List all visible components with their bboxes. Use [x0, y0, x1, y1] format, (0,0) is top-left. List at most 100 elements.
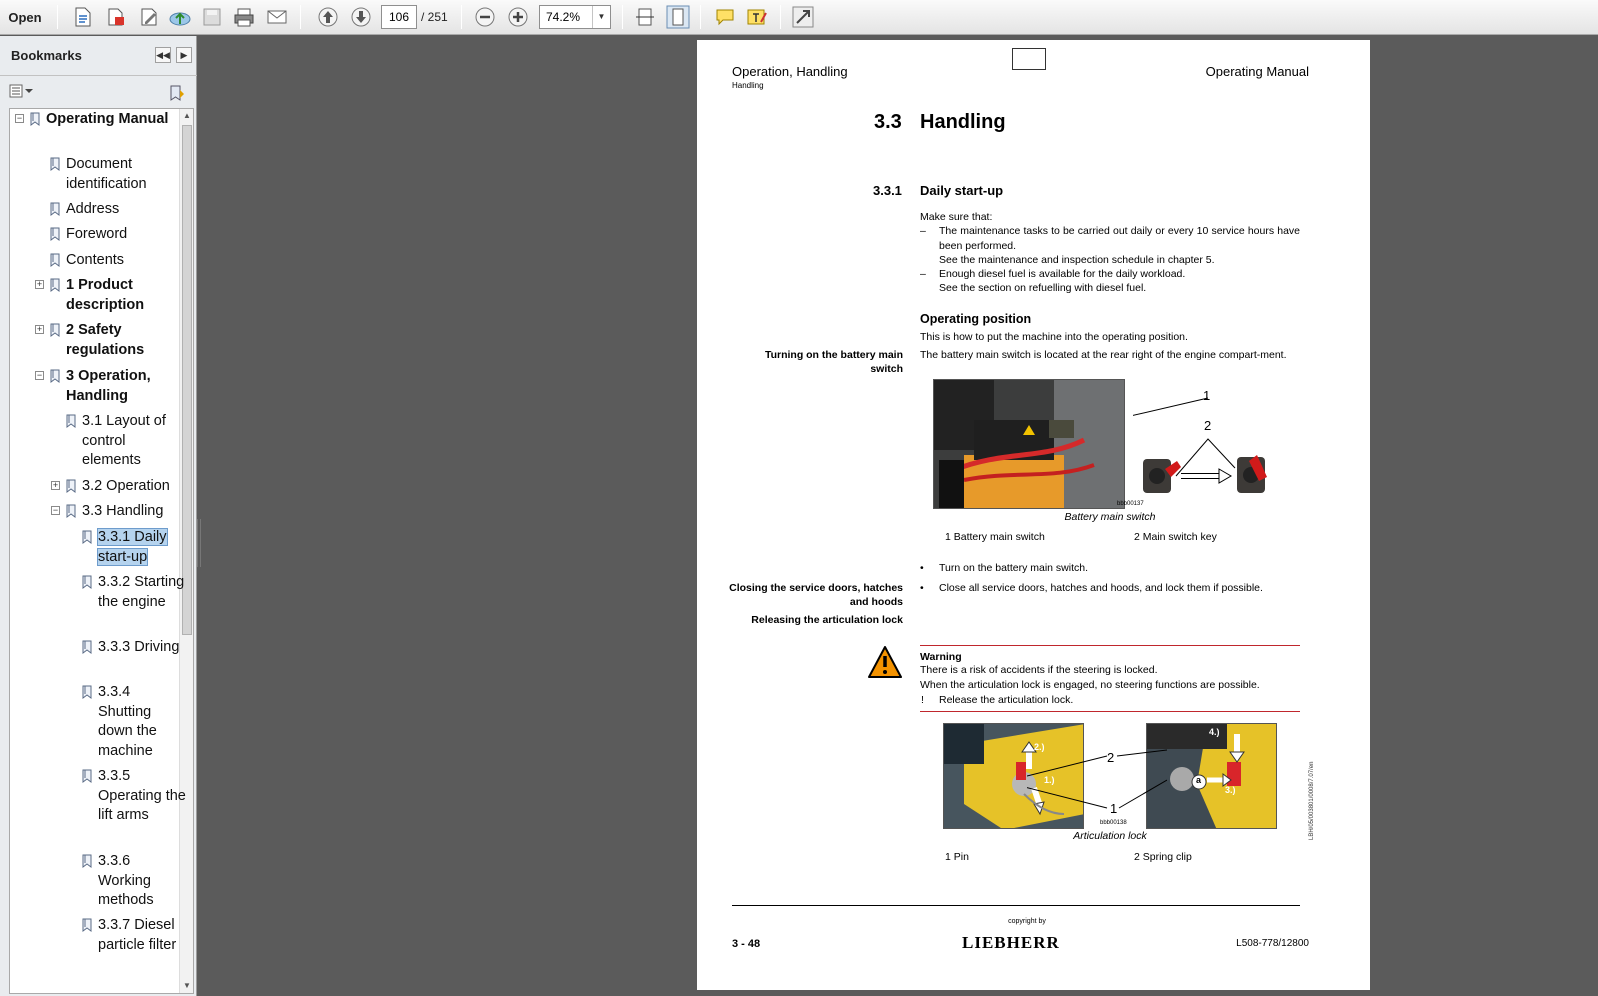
page-total: / 251 — [421, 10, 448, 24]
bullet-marker: • — [920, 562, 924, 574]
bookmark-label: 3 Operation, Handling — [66, 368, 151, 404]
bookmark-label: 3.2 Operation — [82, 478, 170, 494]
bookmark-icon — [82, 530, 93, 544]
side-heading-articulation: Releasing the articulation lock — [751, 614, 903, 626]
side-heading-doors: Closing the service doors, hatches and h… — [729, 582, 903, 608]
collapse-icon[interactable]: − — [15, 114, 24, 123]
intro-text: Make sure that: — [920, 211, 993, 223]
bookmark-item[interactable]: 3.1 Layout of control elements — [82, 412, 186, 471]
subsection-title: Daily start-up — [920, 183, 1004, 198]
fig2-label-2: 2 — [1107, 750, 1115, 765]
bookmark-label: 3.3.3 Driving — [98, 639, 180, 655]
main-switch-diagram — [1082, 379, 1303, 509]
bookmark-item[interactable]: 3.3.2 Starting the engine — [98, 573, 186, 612]
subsection-number: 3.3.1 — [873, 183, 902, 198]
comment-icon[interactable] — [712, 4, 738, 30]
collapse-icon[interactable]: − — [35, 371, 44, 380]
bookmark-item[interactable]: 3.3.1 Daily start-up — [97, 528, 186, 567]
next-page-icon[interactable] — [348, 4, 374, 30]
email-icon[interactable] — [264, 4, 290, 30]
bookmark-icon — [82, 640, 93, 654]
figure1-legend-1: 1 Battery main switch — [945, 531, 1045, 543]
previous-page-icon[interactable] — [315, 4, 341, 30]
combine-files-icon[interactable] — [103, 4, 129, 30]
section-number: 3.3 — [874, 111, 902, 133]
bookmark-icon — [82, 769, 93, 783]
bullet-item-1: Turn on the battery main switch. — [939, 562, 1089, 574]
bookmark-icon — [50, 369, 61, 383]
bookmarks-title: Bookmarks — [11, 48, 82, 63]
dash-marker: – — [920, 268, 926, 280]
dash-item-2-note: See the section on refuelling with diese… — [939, 282, 1147, 294]
open-button[interactable]: Open — [3, 4, 47, 30]
bookmark-label: 3.3.7 Diesel particle filter — [98, 917, 177, 953]
bookmark-icon — [82, 918, 93, 932]
battery-photo — [933, 379, 1125, 509]
zoom-in-icon[interactable] — [505, 4, 531, 30]
print-icon[interactable] — [231, 4, 257, 30]
bookmark-item[interactable]: 3.3 Handling — [82, 502, 186, 522]
edit-document-icon[interactable] — [136, 4, 162, 30]
fit-width-icon[interactable] — [632, 4, 658, 30]
document-id: L508-778/12800 — [1236, 938, 1309, 949]
full-screen-icon[interactable] — [790, 4, 816, 30]
bookmark-item[interactable]: 3.3.4 Shutting down the machine — [98, 683, 186, 761]
fit-page-icon[interactable] — [665, 4, 691, 30]
upload-cloud-icon[interactable] — [167, 4, 193, 30]
section-title: Handling — [920, 111, 1006, 133]
fig2-callout-d: a — [1196, 775, 1202, 785]
figure2-legend-1: 1 Pin — [945, 851, 969, 863]
expand-panel-icon[interactable]: ▶ — [176, 47, 192, 63]
bookmark-item[interactable]: 3.3.7 Diesel particle filter — [98, 916, 186, 955]
panel-resize-handle[interactable] — [197, 519, 201, 567]
page-number-input[interactable]: 106 — [381, 5, 417, 29]
bookmark-label: Address — [66, 201, 120, 217]
collapse-icon[interactable]: − — [51, 506, 60, 515]
collapse-panel-icon[interactable]: ◀◀ — [155, 47, 171, 63]
bookmark-icon — [50, 278, 61, 292]
bookmark-item[interactable]: 3.3.6 Working methods — [98, 852, 186, 911]
bookmark-item[interactable]: 2 Safety regulations — [66, 321, 186, 360]
new-bookmark-icon[interactable] — [168, 84, 186, 105]
figure1-callout-2: 2 — [1204, 418, 1212, 433]
expand-icon[interactable]: + — [35, 325, 44, 334]
bookmark-item[interactable]: 3.3.5 Operating the lift arms — [98, 767, 186, 826]
figure1-legend-2: 2 Main switch key — [1134, 531, 1217, 543]
warning-line-3: Release the articulation lock. — [939, 694, 1074, 706]
scroll-down-icon[interactable]: ▼ — [180, 979, 193, 993]
options-menu-icon[interactable] — [9, 84, 35, 101]
bullet-item-2: Close all service doors, hatches and hoo… — [939, 582, 1263, 594]
bookmark-item[interactable]: 3 Operation, Handling — [66, 367, 186, 406]
warning-line-1: There is a risk of accidents if the stee… — [920, 664, 1158, 676]
bookmark-item[interactable]: Foreword — [66, 225, 186, 245]
fig2-leader-lines — [996, 740, 1168, 835]
expand-icon[interactable]: + — [51, 481, 60, 490]
bookmark-icon — [66, 504, 77, 518]
bookmark-item[interactable]: 1 Product description — [66, 276, 186, 315]
bookmark-label: 2 Safety regulations — [66, 322, 145, 358]
expand-icon[interactable]: + — [35, 280, 44, 289]
chevron-down-icon[interactable]: ▼ — [592, 6, 610, 28]
bookmark-item[interactable]: Contents — [66, 251, 186, 271]
highlight-text-icon[interactable] — [744, 4, 770, 30]
bookmark-icon — [66, 479, 77, 493]
bookmark-label: Contents — [66, 252, 125, 268]
bookmark-item[interactable]: Document identification — [66, 155, 186, 194]
bookmark-label: 3.3.5 Operating the lift arms — [98, 768, 186, 824]
save-icon[interactable] — [199, 4, 225, 30]
bookmark-icon — [82, 575, 93, 589]
zoom-out-icon[interactable] — [472, 4, 498, 30]
fig2-label-1: 1 — [1110, 801, 1118, 816]
bookmarks-toolbar — [0, 76, 197, 108]
bookmark-label: 3.3 Handling — [82, 503, 164, 519]
bookmark-item[interactable]: Operating Manual — [46, 110, 186, 130]
bookmark-item[interactable]: Address — [66, 200, 186, 220]
footer-copyright: copyright by — [1008, 918, 1046, 925]
dash-item-2: Enough diesel fuel is available for the … — [939, 268, 1186, 280]
bookmark-item[interactable]: 3.3.3 Driving — [98, 638, 186, 658]
footer-rule — [732, 905, 1300, 906]
bookmark-label: 3.1 Layout of control elements — [82, 413, 166, 469]
bookmark-item[interactable]: 3.2 Operation — [82, 477, 186, 497]
zoom-select[interactable]: 74.2% ▼ — [539, 5, 611, 29]
create-pdf-icon[interactable] — [70, 4, 96, 30]
